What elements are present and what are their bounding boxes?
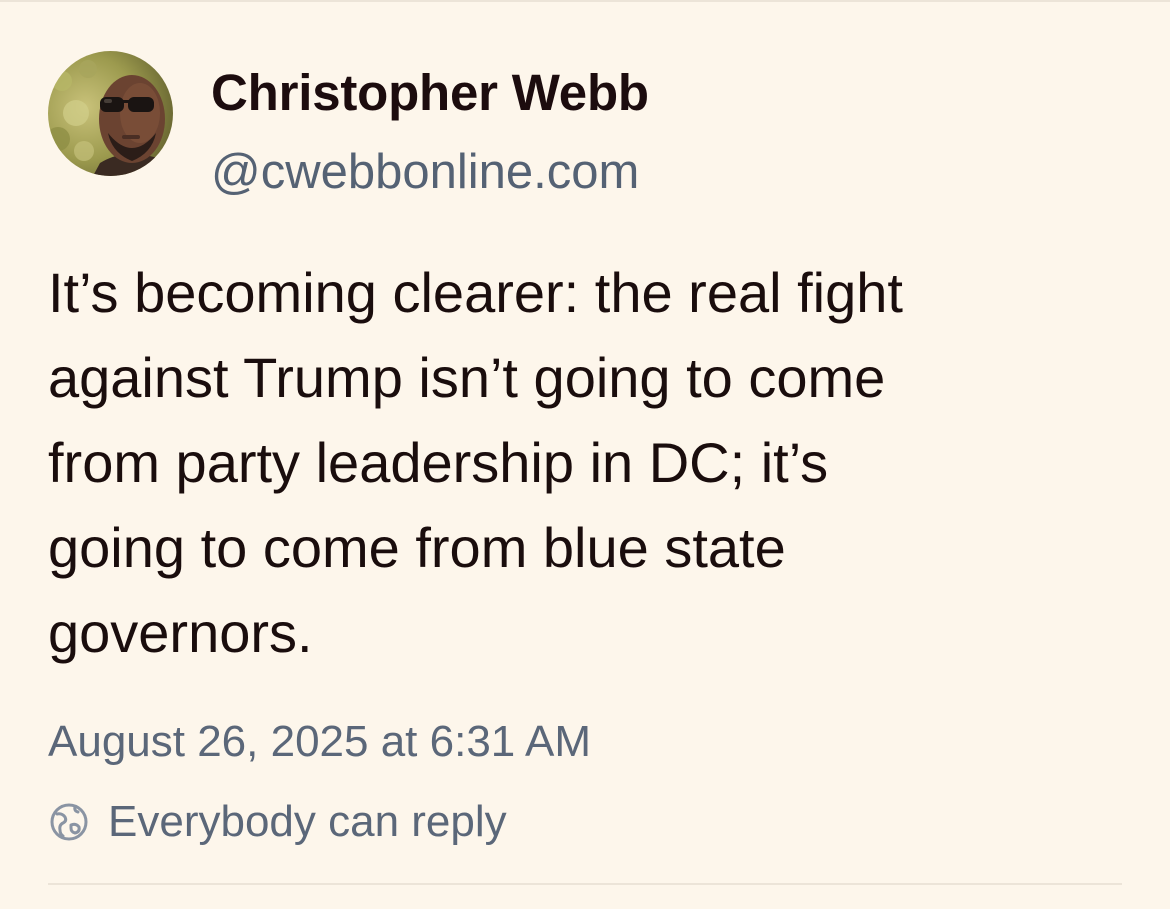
post-timestamp[interactable]: August 26, 2025 at 6:31 AM	[48, 712, 591, 772]
post-text-line: against Trump isn’t going to come	[48, 346, 886, 409]
post-text-line: going to come from blue state	[48, 516, 786, 579]
post-text: It’s becoming clearer: the real fight ag…	[48, 250, 1128, 675]
post-text-line: It’s becoming clearer: the real fight	[48, 261, 903, 324]
reply-setting: Everybody can reply	[48, 792, 507, 852]
post-text-line: governors.	[48, 601, 313, 664]
bottom-divider	[48, 883, 1122, 885]
globe-icon	[48, 801, 90, 843]
post-thread-item: Christopher Webb @cwebbonline.com It’s b…	[0, 0, 1170, 909]
post-text-line: from party leadership in DC; it’s	[48, 431, 829, 494]
author-display-name[interactable]: Christopher Webb	[211, 62, 649, 124]
avatar-photo-icon	[48, 51, 173, 176]
author-handle[interactable]: @cwebbonline.com	[211, 141, 639, 203]
reply-setting-label: Everybody can reply	[108, 797, 507, 846]
avatar[interactable]	[48, 51, 173, 176]
